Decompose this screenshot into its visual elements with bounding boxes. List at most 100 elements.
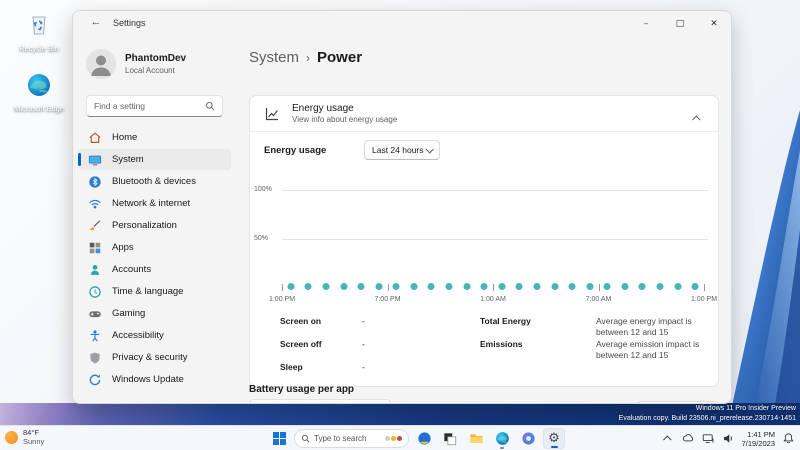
sidebar-item-apps[interactable]: Apps [78, 237, 231, 258]
data-point [392, 283, 400, 290]
data-point [533, 283, 541, 290]
x-axis-label: 1:00 PM [268, 296, 296, 303]
system-tray: 1:41 PM 7/19/2023 [662, 426, 795, 450]
chevron-down-icon [425, 145, 434, 154]
weather-widget[interactable]: 84°F Sunny [5, 428, 44, 446]
sidebar-item-time-language[interactable]: Time & language [78, 281, 231, 302]
find-a-setting-input[interactable]: Find a setting [86, 95, 223, 117]
edge-taskbar-button[interactable] [491, 428, 513, 449]
energy-usage-card: Energy usage View info about energy usag… [249, 95, 719, 387]
stat-value: - [362, 316, 365, 326]
user-name: PhantomDev [125, 53, 187, 64]
task-view-button[interactable] [439, 428, 461, 449]
m365-icon [417, 432, 431, 445]
sidebar-item-bluetooth-devices[interactable]: Bluetooth & devices [78, 171, 231, 192]
sidebar-item-system[interactable]: System [78, 149, 231, 170]
data-point [445, 283, 453, 290]
copilot-button[interactable] [517, 428, 539, 449]
network-tray-icon[interactable] [702, 432, 715, 445]
sidebar-item-personalization[interactable]: Personalization [78, 215, 231, 236]
y-axis-label-50: 50% [254, 235, 269, 242]
x-axis-tick [493, 284, 494, 291]
sidebar-item-accessibility[interactable]: Accessibility [78, 325, 231, 346]
data-point [463, 283, 471, 290]
x-axis-label: 7:00 AM [585, 296, 612, 303]
taskbar-app-365[interactable] [413, 428, 435, 449]
bluetooth-icon [88, 175, 102, 189]
sidebar-nav: Home System Bluetooth & devices Network … [78, 127, 231, 391]
x-axis-tick [387, 284, 389, 291]
windows-logo-icon [272, 432, 286, 445]
minimize-button[interactable]: – [629, 11, 663, 37]
x-axis-label: 1:00 PM [690, 296, 718, 303]
data-point [304, 283, 312, 290]
chevron-up-icon[interactable] [692, 109, 704, 124]
privacy-shield-icon [88, 351, 102, 365]
breadcrumb: System › Power [249, 49, 362, 66]
breadcrumb-system[interactable]: System [249, 49, 299, 66]
data-point [621, 283, 629, 290]
sidebar-item-accounts[interactable]: Accounts [78, 259, 231, 280]
user-account-type: Local Account [125, 66, 175, 75]
accessibility-icon [88, 329, 102, 343]
sidebar-item-home[interactable]: Home [78, 127, 231, 148]
desktop-icon-label: Microsoft Edge [13, 104, 65, 113]
maximize-button[interactable]: □ [663, 11, 697, 37]
taskbar-search-placeholder: Type to search [314, 434, 367, 443]
insider-watermark: Windows 11 Pro Insider Preview Evaluatio… [619, 404, 796, 423]
sidebar-item-gaming[interactable]: Gaming [78, 303, 231, 324]
settings-taskbar-button[interactable]: ⚙ [543, 428, 565, 449]
data-point [603, 283, 611, 290]
stat-description: Average energy impact is between 12 and … [596, 316, 692, 337]
stat-label: Emissions [480, 339, 523, 349]
stat-label: Screen on [280, 316, 322, 326]
avatar[interactable] [86, 49, 116, 79]
stat-value: - [362, 339, 365, 349]
start-button[interactable] [268, 428, 290, 449]
network-icon [88, 197, 102, 211]
gear-icon: ⚙ [548, 431, 560, 446]
clock[interactable]: 1:41 PM 7/19/2023 [742, 430, 775, 448]
data-point [656, 283, 664, 290]
active-indicator [551, 446, 558, 448]
back-button[interactable]: ← [87, 16, 105, 32]
recycle-bin-desktop-icon[interactable]: Recycle Bin [10, 12, 68, 54]
sun-icon [5, 430, 18, 444]
close-button[interactable]: ✕ [697, 11, 731, 37]
edge-icon [28, 74, 50, 96]
energy-usage-expander[interactable]: Energy usage View info about energy usag… [250, 96, 718, 132]
data-point [375, 283, 383, 290]
sidebar-item-network-internet[interactable]: Network & internet [78, 193, 231, 214]
stat-label: Total Energy [480, 316, 531, 326]
data-point [287, 283, 295, 290]
x-axis-label: 1:00 AM [480, 296, 506, 303]
time-range-dropdown[interactable]: Last 24 hours [364, 140, 440, 160]
volume-icon[interactable] [722, 432, 735, 445]
chart-icon [265, 107, 278, 120]
data-point [498, 283, 506, 290]
notification-bell-icon[interactable] [782, 432, 795, 445]
wallpaper-bloom [730, 110, 800, 415]
weather-condition: Sunny [23, 437, 45, 446]
taskbar-center: Type to search ⚙ [268, 426, 565, 450]
data-point [638, 283, 646, 290]
file-explorer-button[interactable] [465, 428, 487, 449]
data-point [480, 283, 488, 290]
x-axis-tick [598, 284, 600, 291]
battery-search-input[interactable]: Search [249, 399, 391, 403]
onedrive-cloud-icon[interactable] [682, 432, 695, 445]
edge-desktop-icon[interactable]: Microsoft Edge [10, 72, 68, 114]
hidden-icons-chevron[interactable] [662, 432, 675, 445]
weather-temp: 84°F [23, 428, 39, 437]
window-controls: – □ ✕ [629, 11, 731, 37]
sidebar-item-privacy-security[interactable]: Privacy & security [78, 347, 231, 368]
taskbar-search[interactable]: Type to search [294, 429, 409, 448]
gaming-icon [88, 307, 102, 321]
watermark-line1: Windows 11 Pro Insider Preview [695, 405, 796, 412]
gridline-50 [282, 239, 708, 240]
breadcrumb-separator: › [306, 51, 311, 65]
range-label: Energy usage [264, 145, 327, 156]
card-title: Energy usage [292, 103, 354, 114]
energy-chart: 100% 50% 1:00 PM 7:00 PM 1:00 AM 7:00 AM 1:0… [254, 176, 717, 311]
sidebar-item-windows-update[interactable]: Windows Update [78, 369, 231, 390]
